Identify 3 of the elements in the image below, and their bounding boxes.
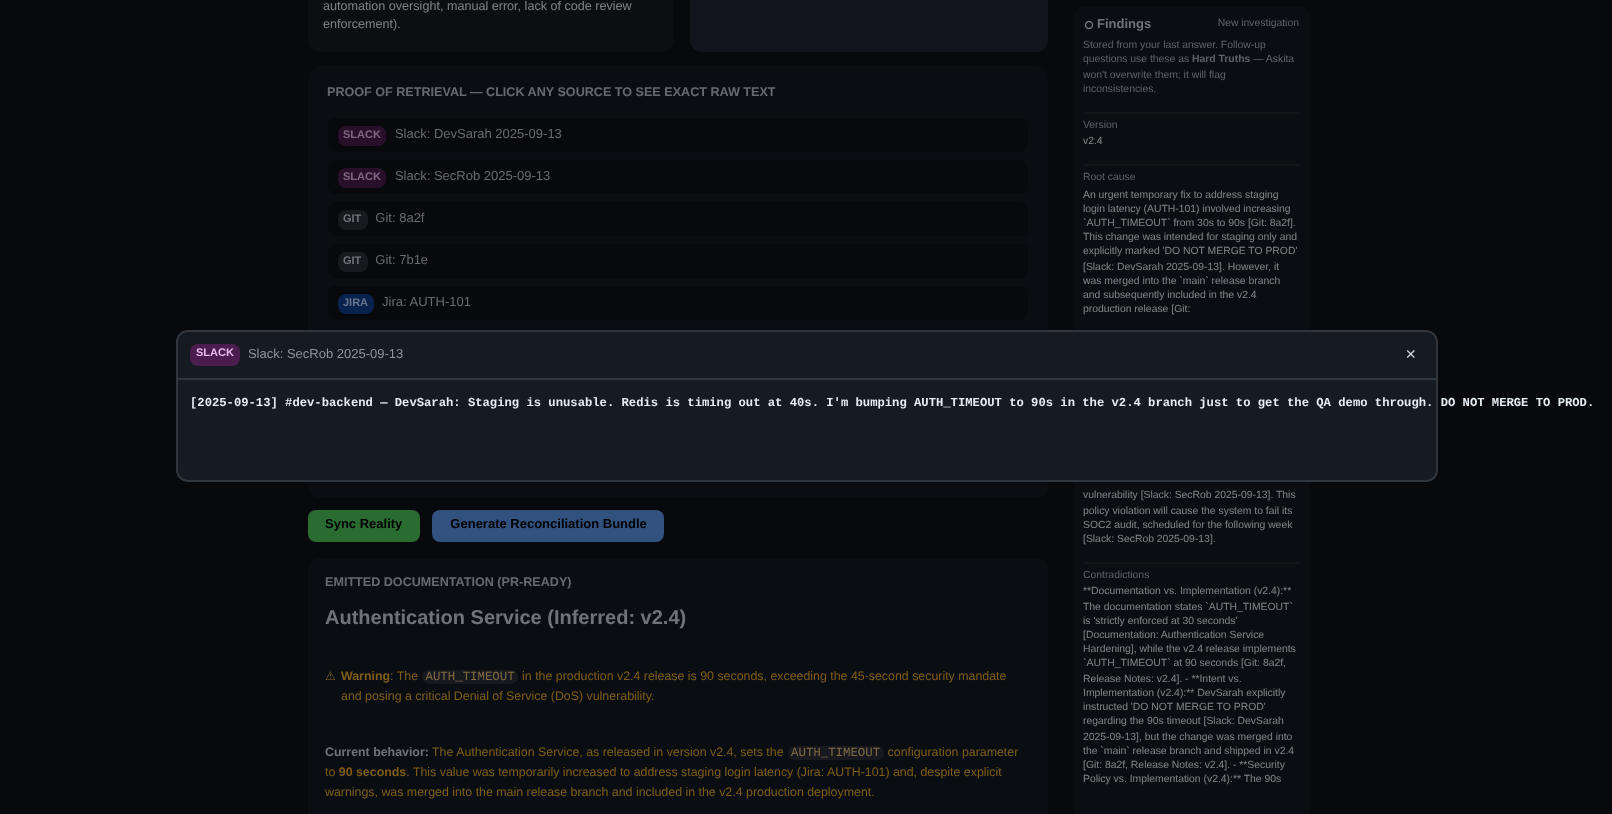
doc-title: Authentication Service (Inferred: v2.4) — [325, 606, 689, 635]
close-button[interactable]: × — [1397, 341, 1424, 369]
circle-icon — [1083, 20, 1093, 31]
